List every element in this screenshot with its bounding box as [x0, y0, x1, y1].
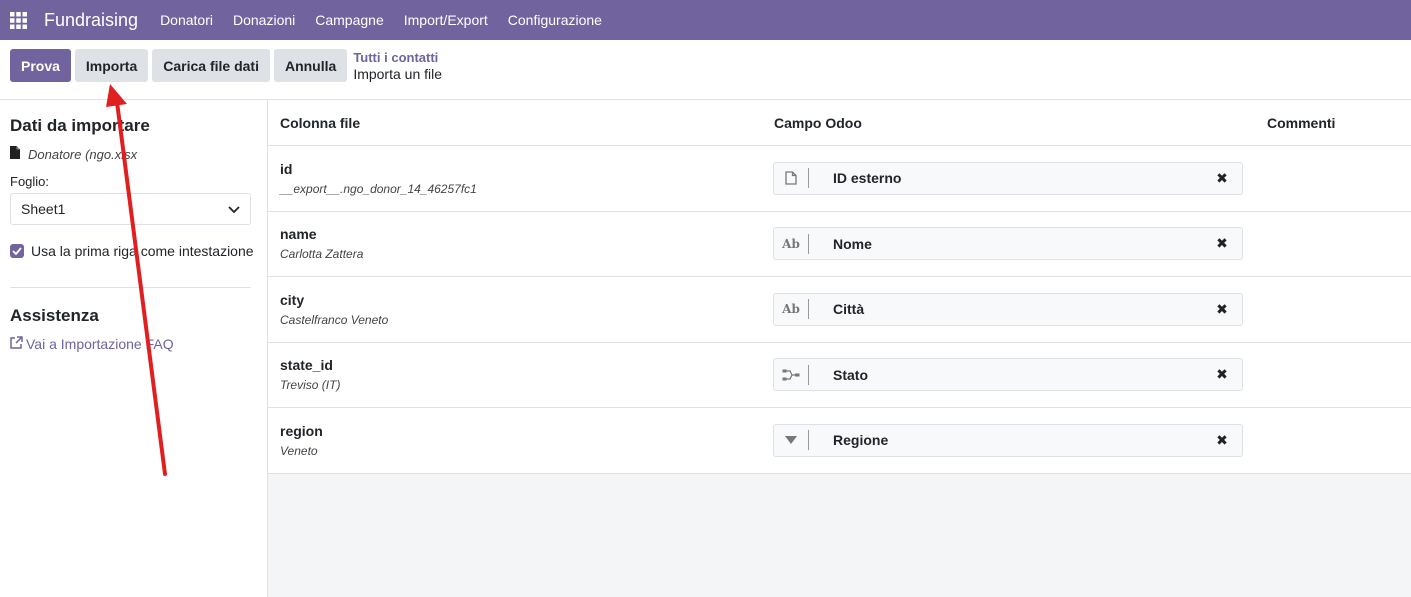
odoo-field-value: Nome: [833, 235, 872, 252]
odoo-field-select[interactable]: Stato ✖: [773, 358, 1243, 392]
column-sample: __export__.ngo_donor_14_46257fc1: [280, 181, 477, 196]
clear-icon[interactable]: ✖: [1202, 170, 1242, 187]
odoo-field-value: Regione: [833, 432, 889, 449]
cancel-button[interactable]: Annulla: [273, 49, 348, 82]
odoo-field-cell: Regione ✖: [762, 423, 1255, 457]
file-column-cell: id __export__.ngo_donor_14_46257fc1: [268, 161, 762, 196]
table-row: state_id Treviso (IT) Stato ✖: [268, 343, 1411, 408]
load-file-button[interactable]: Carica file dati: [152, 49, 270, 82]
clear-icon[interactable]: ✖: [1202, 235, 1242, 252]
odoo-field-value: ID esterno: [833, 170, 902, 187]
odoo-field-cell: Ab Città ✖: [762, 292, 1255, 326]
odoo-field-select[interactable]: Regione ✖: [773, 423, 1243, 457]
top-navbar: Fundraising Donatori Donazioni Campagne …: [0, 0, 1411, 40]
sheet-select[interactable]: Sheet1: [10, 193, 251, 225]
clear-icon[interactable]: ✖: [1202, 301, 1242, 318]
breadcrumb-parent-link[interactable]: Tutti i contatti: [353, 49, 442, 66]
file-name: Donatore (ngo.xlsx: [28, 146, 138, 162]
column-sample: Veneto: [280, 443, 318, 458]
column-name: name: [280, 226, 317, 243]
table-row: region Veneto Regione ✖: [268, 408, 1411, 474]
test-button[interactable]: Prova: [10, 49, 71, 82]
odoo-field-value: Stato: [833, 366, 868, 383]
mapping-panel: Colonna file Campo Odoo Commenti id __ex…: [268, 100, 1411, 597]
apps-grid-icon[interactable]: [0, 0, 36, 40]
odoo-field-cell: Ab Nome ✖: [762, 227, 1255, 261]
import-sidebar: Dati da importare Donatore (ngo.xlsx Fog…: [0, 100, 268, 597]
menu-item-import-export[interactable]: Import/Export: [394, 0, 498, 40]
file-column-cell: state_id Treviso (IT): [268, 357, 762, 392]
relation-icon: [774, 364, 809, 385]
breadcrumb: Tutti i contatti Importa un file: [353, 49, 442, 83]
breadcrumb-current: Importa un file: [353, 66, 443, 82]
import-button[interactable]: Importa: [74, 49, 149, 82]
header-file-column: Colonna file: [280, 114, 361, 131]
column-name: id: [280, 160, 293, 177]
odoo-field-cell: ID esterno ✖: [762, 161, 1255, 195]
help-title: Assistenza: [10, 306, 99, 325]
text-ab-icon: Ab: [774, 233, 809, 254]
menu-item-donazioni[interactable]: Donazioni: [223, 0, 305, 40]
text-ab-icon: Ab: [774, 299, 809, 320]
header-comments: Commenti: [1267, 114, 1336, 131]
odoo-field-select[interactable]: Ab Città ✖: [773, 292, 1243, 326]
data-to-import-title: Dati da importare: [10, 116, 150, 135]
file-column-cell: name Carlotta Zattera: [268, 226, 762, 261]
odoo-field-select[interactable]: Ab Nome ✖: [773, 227, 1243, 261]
faq-link-label: Vai a Importazione FAQ: [26, 336, 174, 352]
column-name: state_id: [280, 357, 333, 374]
chevron-down-icon: [228, 201, 240, 217]
odoo-field-value: Città: [833, 301, 865, 318]
odoo-field-cell: Stato ✖: [762, 358, 1255, 392]
content-area: Dati da importare Donatore (ngo.xlsx Fog…: [0, 100, 1411, 597]
table-row: name Carlotta Zattera Ab Nome ✖: [268, 212, 1411, 277]
column-name: region: [280, 422, 323, 439]
menu-item-donatori[interactable]: Donatori: [150, 0, 223, 40]
file-column-cell: region Veneto: [268, 423, 762, 458]
clear-icon[interactable]: ✖: [1202, 432, 1242, 449]
file-icon: [774, 168, 809, 189]
header-checkbox-label: Usa la prima riga come intestazione: [31, 243, 254, 259]
header-checkbox[interactable]: [10, 244, 24, 258]
file-row: Donatore (ngo.xlsx: [10, 146, 257, 162]
file-column-cell: city Castelfranco Veneto: [268, 292, 762, 327]
table-header: Colonna file Campo Odoo Commenti: [268, 100, 1411, 146]
column-sample: Carlotta Zattera: [280, 247, 364, 262]
external-link-icon: [10, 336, 23, 352]
sidebar-divider: [10, 287, 251, 288]
menu-item-campagne[interactable]: Campagne: [305, 0, 394, 40]
selection-caret-icon: [774, 430, 809, 451]
column-sample: Treviso (IT): [280, 378, 341, 393]
column-name: city: [280, 291, 305, 308]
menu-item-configurazione[interactable]: Configurazione: [498, 0, 612, 40]
table-row: city Castelfranco Veneto Ab Città ✖: [268, 277, 1411, 343]
app-brand[interactable]: Fundraising: [44, 10, 138, 31]
control-panel: Prova Importa Carica file dati Annulla T…: [0, 40, 1411, 100]
file-icon: [10, 146, 20, 162]
mapping-table: Colonna file Campo Odoo Commenti id __ex…: [268, 100, 1411, 474]
odoo-field-select[interactable]: ID esterno ✖: [773, 161, 1243, 195]
sheet-select-value: Sheet1: [21, 201, 66, 217]
header-odoo-field: Campo Odoo: [774, 114, 862, 131]
clear-icon[interactable]: ✖: [1202, 366, 1242, 383]
column-sample: Castelfranco Veneto: [280, 312, 389, 327]
sheet-label: Foglio:: [10, 174, 50, 189]
header-row-option[interactable]: Usa la prima riga come intestazione: [10, 243, 257, 259]
faq-link[interactable]: Vai a Importazione FAQ: [10, 336, 257, 352]
table-row: id __export__.ngo_donor_14_46257fc1 ID e…: [268, 146, 1411, 212]
